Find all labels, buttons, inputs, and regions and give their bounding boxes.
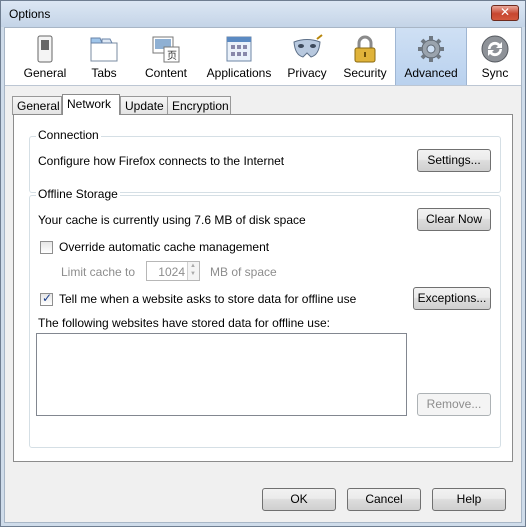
close-button[interactable]: ✕ [491, 5, 519, 21]
subtab-update[interactable]: Update [120, 96, 168, 115]
subtab-network-label: Network [67, 97, 112, 111]
pane-sync[interactable]: Sync [471, 28, 519, 85]
pane-sync-label: Sync [481, 66, 509, 80]
mask-icon [293, 34, 323, 58]
limit-cache-value: 1024 [158, 265, 185, 279]
connection-settings-label: Settings... [427, 153, 481, 167]
connection-description: Configure how Firefox connects to the In… [38, 154, 285, 168]
dialog-client-area: General Tabs 页 Content Applications Priv… [4, 27, 522, 523]
checkmark-icon: ✓ [42, 291, 53, 305]
pane-security[interactable]: Security [337, 28, 393, 85]
help-button[interactable]: Help [432, 488, 506, 511]
pane-tabs[interactable]: Tabs [83, 28, 125, 85]
tell-me-checkbox[interactable]: ✓ [40, 291, 53, 306]
window-title: Options [9, 7, 51, 21]
limit-cache-unit: MB of space [210, 265, 277, 279]
limit-cache-spinner[interactable]: 1024 ▲ ▼ [146, 261, 200, 281]
pane-privacy-label: Privacy [287, 66, 327, 80]
cancel-label: Cancel [365, 492, 403, 506]
pane-advanced-label: Advanced [404, 66, 458, 80]
pane-content-label: Content [144, 66, 188, 80]
gear-icon [418, 36, 444, 62]
ok-label: OK [290, 492, 308, 506]
sync-icon [481, 35, 509, 63]
tell-me-label[interactable]: Tell me when a website asks to store dat… [59, 292, 356, 306]
close-icon: ✕ [499, 5, 511, 19]
subtab-encryption-label: Encryption [172, 99, 229, 113]
options-window: Options ✕ General Tabs 页 Content Applica… [0, 0, 526, 527]
pane-applications[interactable]: Applications [201, 28, 277, 85]
tabs-icon [90, 37, 118, 62]
subtab-update-label: Update [125, 99, 164, 113]
connection-group-title: Connection [36, 128, 101, 142]
remove-button[interactable]: Remove... [417, 393, 491, 416]
pane-general-label: General [23, 66, 67, 80]
exceptions-label: Exceptions... [417, 291, 487, 305]
spinner-arrows[interactable]: ▲ ▼ [187, 262, 199, 280]
pane-general[interactable]: General [7, 28, 83, 85]
clear-now-label: Clear Now [425, 212, 482, 226]
offline-storage-group: Offline Storage Your cache is currently … [29, 187, 501, 448]
offline-apps-list[interactable] [36, 333, 407, 416]
pane-advanced[interactable]: Advanced [395, 28, 467, 85]
connection-group: Connection Configure how Firefox connect… [29, 128, 501, 193]
pane-content[interactable]: 页 Content [133, 28, 199, 85]
switch-icon [37, 35, 53, 63]
subtab-general-label: General [17, 99, 60, 113]
connection-settings-button[interactable]: Settings... [417, 149, 491, 172]
spin-up-icon: ▲ [190, 263, 196, 269]
override-cache-checkbox[interactable] [40, 241, 53, 254]
title-bar: Options ✕ [1, 1, 525, 27]
network-tab-panel: Connection Configure how Firefox connect… [13, 114, 513, 462]
pane-privacy[interactable]: Privacy [281, 28, 333, 85]
clear-now-button[interactable]: Clear Now [417, 208, 491, 231]
svg-text:页: 页 [167, 50, 177, 62]
applications-icon [226, 36, 252, 62]
ok-button[interactable]: OK [262, 488, 336, 511]
cancel-button[interactable]: Cancel [347, 488, 421, 511]
override-cache-label[interactable]: Override automatic cache management [59, 240, 269, 254]
help-label: Help [456, 492, 482, 506]
subtab-network[interactable]: Network [62, 94, 120, 115]
limit-cache-label: Limit cache to [61, 265, 136, 279]
remove-label: Remove... [426, 397, 482, 411]
padlock-icon [354, 35, 376, 63]
pane-security-label: Security [343, 66, 387, 80]
pane-applications-label: Applications [206, 66, 272, 80]
subtab-encryption[interactable]: Encryption [167, 96, 231, 115]
cache-usage-text: Your cache is currently using 7.6 MB of … [38, 213, 306, 227]
offline-storage-group-title: Offline Storage [36, 187, 120, 201]
subtab-general[interactable]: General [12, 96, 62, 115]
pane-tabs-label: Tabs [91, 66, 117, 80]
spin-down-icon: ▼ [190, 271, 196, 277]
stored-websites-label: The following websites have stored data … [38, 316, 330, 330]
exceptions-button[interactable]: Exceptions... [413, 287, 491, 310]
content-icon: 页 [152, 36, 180, 63]
pane-toolbar: General Tabs 页 Content Applications Priv… [5, 28, 521, 86]
